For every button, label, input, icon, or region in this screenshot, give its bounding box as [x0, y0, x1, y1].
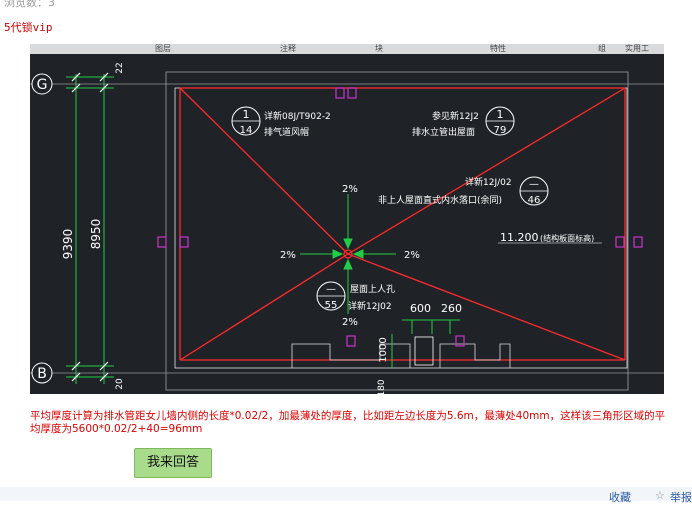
axis-label-b: B — [37, 366, 47, 382]
callout1-bottom: 14 — [240, 125, 253, 136]
callout2-line1: 参见新12J2 — [432, 110, 479, 122]
callout3-top: — — [529, 179, 539, 190]
dim-bottom-small: 20 — [115, 378, 125, 390]
magenta-markers — [157, 87, 643, 347]
slope-left: 2% — [280, 250, 296, 261]
callout4-top: — — [326, 284, 336, 295]
bottom-bar — [0, 487, 692, 501]
roof-hatch-box — [414, 336, 434, 366]
star-icon: ☆ — [655, 489, 665, 502]
slope-top: 2% — [342, 184, 358, 195]
dim-top-small: 22 — [115, 62, 125, 73]
dim-1000: 1000 — [378, 337, 389, 362]
cad-drawing-image: 图层 注释 块 特性 组 实用工 9390 8950 22 20 G B 1 1… — [30, 44, 664, 394]
report-link[interactable]: 举报 — [670, 489, 692, 505]
callout1-top: 1 — [243, 108, 250, 121]
callout2-bottom: 79 — [494, 125, 507, 136]
view-count-text: 浏览数：3 — [4, 0, 55, 9]
callout4-line2: 详新12J02 — [348, 300, 392, 312]
dim-180: 180 — [377, 379, 387, 394]
slope-right: 2% — [404, 250, 420, 261]
parapet-bump-2 — [439, 343, 511, 368]
callout1-line1: 详新08J/T902-2 — [264, 110, 331, 122]
elevation-note: (结构板面标高) — [540, 233, 594, 243]
callout3-line1: 详新12J/02 — [465, 176, 512, 188]
slope-bottom: 2% — [342, 317, 358, 328]
callout1-line2: 排气道风帽 — [264, 126, 309, 138]
dim-total-label: 9390 — [61, 229, 75, 260]
favorite-link[interactable]: 收藏 — [609, 489, 631, 505]
callout4-line1: 屋面上人孔 — [350, 284, 395, 295]
callout2-line2: 排水立管出屋面 — [412, 126, 475, 138]
callout3-line2: 非上人屋面直式内水落口(余同) — [378, 194, 502, 206]
dim-260: 260 — [441, 302, 462, 315]
callout4-bottom: 55 — [325, 300, 338, 311]
callout2-top: 1 — [497, 108, 504, 121]
answer-text: 平均厚度计算为排水管距女儿墙内侧的长度*0.02/2，加最薄处的厚度，比如距左边… — [30, 410, 666, 435]
callout3-bottom: 46 — [528, 195, 541, 206]
roof-plan-svg: 9390 8950 22 20 G B 1 14 详新08J/T902-2 排气… — [30, 62, 664, 394]
elevation-value: 11.200 — [500, 231, 539, 244]
vip-link[interactable]: 5代锁vip — [4, 19, 53, 35]
dim-inner-label: 8950 — [89, 219, 103, 250]
wall-outline — [165, 71, 629, 391]
axis-label-g: G — [37, 77, 48, 93]
answer-button[interactable]: 我来回答 — [134, 448, 212, 478]
dim-600: 600 — [410, 302, 431, 315]
